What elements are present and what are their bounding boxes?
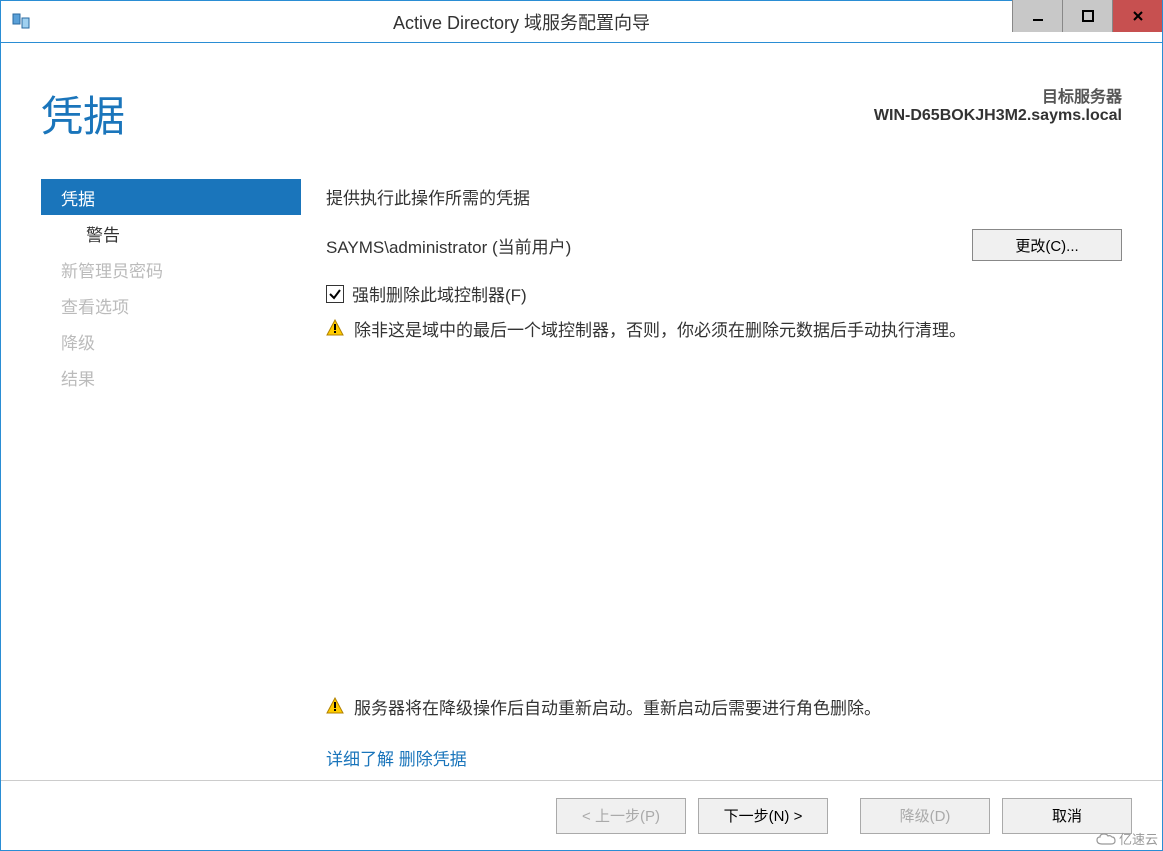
body: 凭据 警告 新管理员密码 查看选项 降级 结果 提供执行此操作所需的凭据 SAY… bbox=[1, 164, 1162, 780]
back-button: < 上一步(P) bbox=[556, 798, 686, 834]
target-label: 目标服务器 bbox=[874, 83, 1122, 107]
titlebar: Active Directory 域服务配置向导 bbox=[1, 1, 1162, 43]
warning-text-1: 除非这是域中的最后一个域控制器，否则，你必须在删除元数据后手动执行清理。 bbox=[354, 316, 966, 341]
app-icon bbox=[11, 12, 31, 32]
back-button-label: < 上一步(P) bbox=[582, 808, 660, 825]
force-remove-checkbox[interactable] bbox=[326, 285, 344, 303]
header: 凭据 目标服务器 WIN-D65BOKJH3M2.sayms.local bbox=[1, 43, 1162, 164]
cancel-button-label: 取消 bbox=[1052, 808, 1082, 825]
sidebar-item-results: 结果 bbox=[41, 359, 301, 395]
cloud-icon bbox=[1096, 832, 1116, 846]
watermark-text: 亿速云 bbox=[1119, 829, 1158, 848]
wizard-window: Active Directory 域服务配置向导 凭据 目标服务器 WIN-D6… bbox=[0, 0, 1163, 851]
sidebar: 凭据 警告 新管理员密码 查看选项 降级 结果 bbox=[41, 164, 301, 780]
target-server: WIN-D65BOKJH3M2.sayms.local bbox=[874, 107, 1122, 125]
sidebar-item-label: 凭据 bbox=[61, 185, 95, 210]
next-button-label: 下一步(N) > bbox=[724, 808, 803, 825]
close-button[interactable] bbox=[1112, 0, 1162, 32]
window-controls bbox=[1012, 1, 1162, 42]
demote-button: 降级(D) bbox=[860, 798, 990, 834]
maximize-button[interactable] bbox=[1062, 0, 1112, 32]
change-button[interactable]: 更改(C)... bbox=[972, 229, 1122, 261]
current-user: SAYMS\administrator (当前用户) bbox=[326, 233, 571, 258]
sidebar-item-demotion: 降级 bbox=[41, 323, 301, 359]
instruction-text: 提供执行此操作所需的凭据 bbox=[326, 184, 1122, 209]
change-button-label: 更改(C)... bbox=[1015, 238, 1078, 255]
sidebar-item-label: 新管理员密码 bbox=[61, 257, 163, 282]
sidebar-item-review-options: 查看选项 bbox=[41, 287, 301, 323]
warning-text-2: 服务器将在降级操作后自动重新启动。重新启动后需要进行角色删除。 bbox=[354, 694, 881, 719]
warning-icon bbox=[326, 319, 344, 337]
watermark: 亿速云 bbox=[1096, 829, 1158, 848]
window-title: Active Directory 域服务配置向导 bbox=[31, 9, 1012, 35]
warning-row-1: 除非这是域中的最后一个域控制器，否则，你必须在删除元数据后手动执行清理。 bbox=[326, 316, 1122, 341]
force-remove-label: 强制删除此域控制器(F) bbox=[352, 281, 527, 306]
force-remove-row: 强制删除此域控制器(F) bbox=[326, 281, 1122, 306]
page-title: 凭据 bbox=[41, 83, 125, 144]
footer: < 上一步(P) 下一步(N) > 降级(D) 取消 亿速云 bbox=[1, 780, 1162, 850]
sidebar-item-label: 警告 bbox=[86, 221, 120, 246]
check-icon bbox=[328, 287, 342, 301]
demote-button-label: 降级(D) bbox=[900, 808, 951, 825]
credentials-row: SAYMS\administrator (当前用户) 更改(C)... bbox=[326, 229, 1122, 261]
sidebar-item-new-admin-password: 新管理员密码 bbox=[41, 251, 301, 287]
content-area: 提供执行此操作所需的凭据 SAYMS\administrator (当前用户) … bbox=[301, 164, 1142, 780]
sidebar-item-warning[interactable]: 警告 bbox=[41, 215, 301, 251]
warning-icon bbox=[326, 697, 344, 715]
learn-more-link[interactable]: 详细了解 删除凭据 bbox=[326, 745, 1122, 770]
next-button[interactable]: 下一步(N) > bbox=[698, 798, 828, 834]
sidebar-item-label: 查看选项 bbox=[61, 293, 129, 318]
warning-row-2: 服务器将在降级操作后自动重新启动。重新启动后需要进行角色删除。 bbox=[326, 694, 1122, 719]
spacer bbox=[326, 349, 1122, 694]
sidebar-item-label: 降级 bbox=[61, 329, 95, 354]
minimize-button[interactable] bbox=[1012, 0, 1062, 32]
sidebar-item-label: 结果 bbox=[61, 365, 95, 390]
sidebar-item-credentials[interactable]: 凭据 bbox=[41, 179, 301, 215]
target-info: 目标服务器 WIN-D65BOKJH3M2.sayms.local bbox=[874, 83, 1122, 125]
